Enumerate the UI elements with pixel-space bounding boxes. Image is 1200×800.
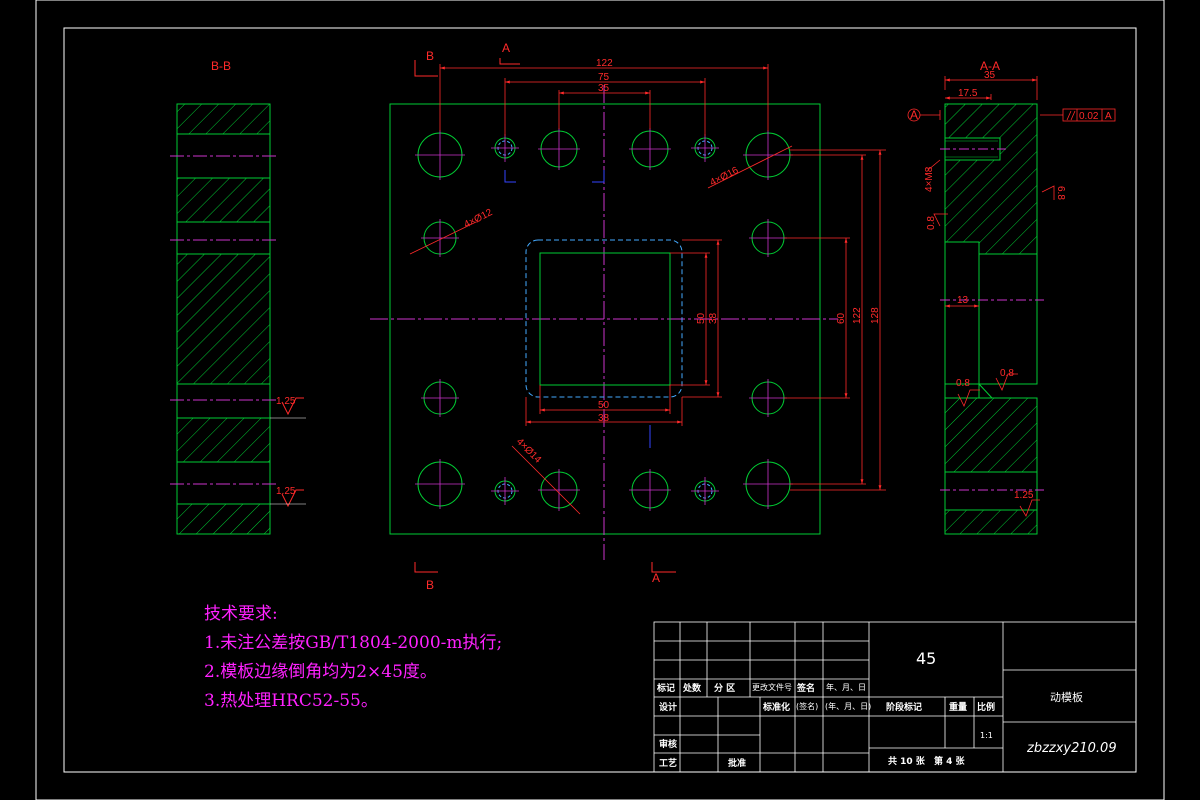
header-date: 年、月、日 [826,682,866,692]
header-review: 审核 [659,738,677,750]
dim-50-horizontal: 50 [598,400,610,411]
part-name: 动模板 [1050,690,1083,704]
section-aa-view: A-A [940,59,1044,535]
header-ratio: 比例 [977,701,995,713]
sheet-total: 共 10 张 [888,755,926,767]
dim-hole-4x16: 4×Ø16 [708,165,740,189]
sheet-number: 第 4 张 [934,755,966,767]
dim-38-horizontal: 38 [598,413,610,424]
drawing-canvas: B-B 1.25 1.25 B A B A 122 75 35 128 122 … [35,0,1165,800]
technical-requirements: 技术要求: 1.未注公差按GB/T1804-2000-m执行; 2.模板边缘倒角… [204,604,502,711]
roughness-bb-2: 1.25 [276,486,296,497]
header-approve: 批准 [728,757,746,769]
dim-hole-4x14: 4×Ø14 [514,436,544,466]
cut-a-bottom: A [652,571,660,585]
cut-b-top: B [426,49,434,63]
header-process: 工艺 [659,757,677,769]
header-date-2: (年、月、日) [825,701,871,711]
tolerance-datum: A [1105,111,1112,122]
scale-value: 1:1 [980,731,993,740]
dim-50-vertical: 50 [696,312,707,324]
header-design: 设计 [659,701,677,713]
header-stage: 阶段标记 [886,701,922,713]
material-label: 45 [916,649,936,668]
cut-a-top: A [502,41,510,55]
tolerance-value: 0.02 [1079,111,1099,122]
cut-b-bottom: B [426,578,434,592]
dim-60-right: 60 [836,312,847,324]
cut-markers [414,58,676,573]
requirements-title: 技术要求: [204,604,278,624]
requirement-1: 1.未注公差按GB/T1804-2000-m执行; [204,633,502,653]
dim-aa-4xm8: 4×M8 [924,166,935,192]
dim-hole-4x12: 4×Ø12 [462,207,494,231]
header-mark: 标记 [656,682,675,694]
requirement-3: 3.热处理HRC52-55。 [204,691,378,711]
plan-view [370,85,838,560]
roughness-aa-1-25: 1.25 [1014,490,1034,501]
dim-122-right: 122 [852,307,863,324]
header-standardize: 标准化 [762,701,790,713]
header-zone: 分 区 [714,682,735,694]
dim-128-right: 128 [870,307,881,324]
dim-35-top: 35 [598,83,610,94]
roughness-aa-0-8-b: 0.8 [956,378,970,389]
header-doc-no: 更改文件号 [752,682,792,692]
section-bb-title: B-B [211,59,231,73]
datum-a-label: A [910,108,918,122]
header-count: 处数 [682,682,702,694]
requirement-2: 2.模板边缘倒角均为2×45度。 [204,662,437,682]
dim-75-top: 75 [598,72,610,83]
roughness-aa-0-8-c: 0.8 [1000,368,1014,379]
dim-38-vertical: 38 [708,312,719,324]
roughness-aa-6-8: 6.8 [1055,186,1066,200]
header-sign: 签名 [796,682,815,694]
dim-aa-17-5: 17.5 [958,88,978,99]
roughness-aa-0-8-side: 0.8 [926,216,937,230]
drawing-number: zbzzxy210.09 [1026,741,1117,756]
dim-aa-13: 13 [957,295,969,306]
roughness-bb-1: 1.25 [276,396,296,407]
header-weight: 重量 [949,701,967,713]
section-bb-view: B-B 1.25 1.25 [170,59,306,535]
dim-122-top: 122 [596,58,613,69]
header-sign-2: (签名) [796,701,818,711]
dim-aa-35: 35 [984,70,996,81]
